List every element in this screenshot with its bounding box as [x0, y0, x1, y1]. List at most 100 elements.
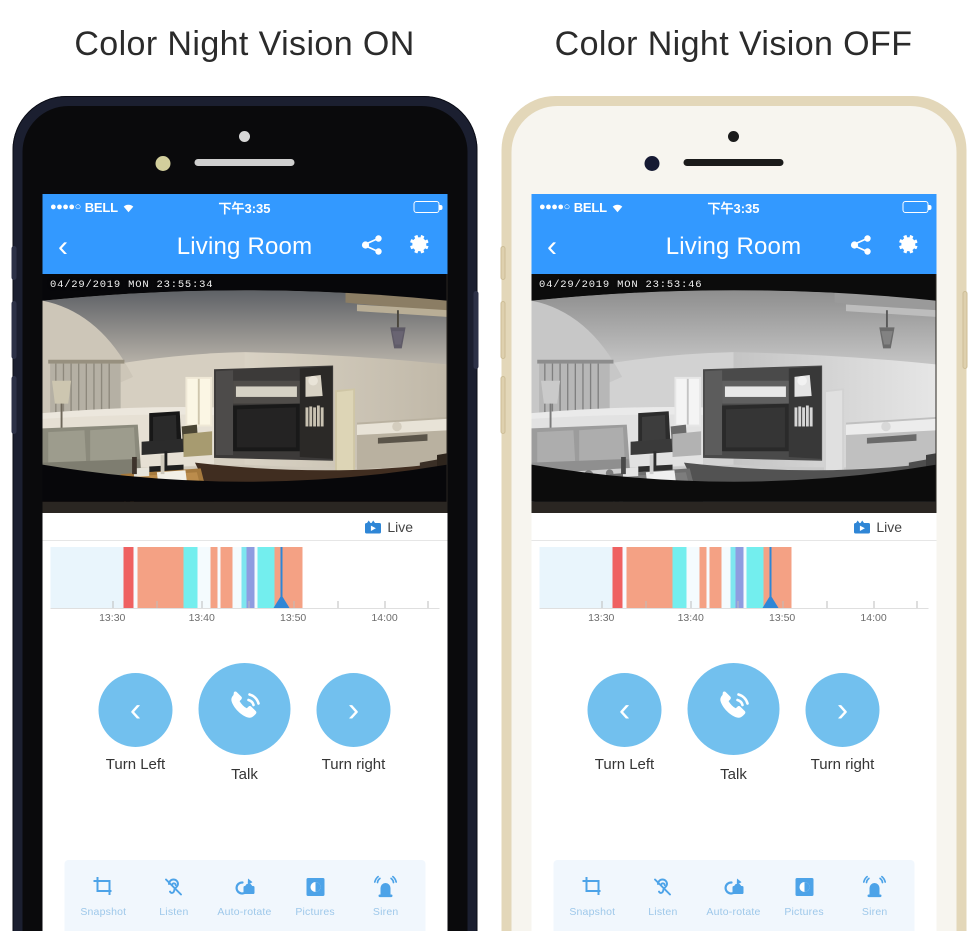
share-icon[interactable]: [849, 234, 873, 261]
front-camera-icon: [239, 131, 250, 142]
timeline-segment: [539, 547, 613, 608]
phone-right: ●●●●○ BELL 下午3:35 ‹ Living Room 04/29/20…: [500, 96, 967, 931]
phone-right-power-button[interactable]: [962, 291, 967, 369]
timeline-tick: [826, 601, 828, 608]
timeline-segment: [626, 547, 673, 608]
toolbar-label: Auto-rotate: [217, 906, 272, 918]
ptz-label: Turn right: [321, 756, 386, 773]
status-bar-right-group: [413, 201, 442, 213]
timeline-axis-left: 13:30 13:40 13:50 14:00: [50, 609, 439, 631]
pictures-button[interactable]: Pictures: [769, 874, 840, 918]
camera-feed-left[interactable]: 04/29/2019 MON 23:55:34: [42, 274, 447, 513]
bottom-toolbar-left: Snapshot Listen Auto-rotate Pictures Siren: [64, 860, 425, 931]
timeline-tick-label: 13:40: [188, 612, 215, 624]
screen-left: ●●●●○ BELL 下午3:35 ‹ Living Room 04/29/20…: [42, 194, 447, 931]
auto-rotate-button[interactable]: Auto-rotate: [209, 874, 280, 918]
timeline-tick-label: 13:40: [677, 612, 704, 624]
talk-button[interactable]: [198, 663, 291, 755]
timeline-tick-label: 14:00: [371, 612, 398, 624]
timeline-segment: [791, 547, 928, 608]
carrier-label: BELL: [573, 199, 607, 215]
timeline-segment: [709, 547, 722, 608]
auto-rotate-button[interactable]: Auto-rotate: [698, 874, 769, 918]
timeline-segment: [746, 547, 764, 608]
listen-button[interactable]: Listen: [139, 874, 210, 918]
live-video-icon: [364, 520, 381, 534]
live-indicator-row: Live: [531, 513, 936, 541]
phone-right-volume-up[interactable]: [500, 301, 505, 359]
ptz-label: Talk: [720, 766, 747, 783]
timeline-tick: [248, 601, 250, 608]
timeline-segment: [210, 547, 218, 608]
nav-bar-right: ‹ Living Room: [531, 220, 936, 274]
turn-right-button[interactable]: ›: [805, 673, 880, 747]
camera-feed-right[interactable]: 04/29/2019 MON 23:53:46: [531, 274, 936, 513]
gear-icon[interactable]: [406, 232, 431, 262]
phone-left-power-button[interactable]: [473, 291, 478, 369]
timeline-tick: [873, 601, 875, 608]
video-timestamp: 04/29/2019 MON 23:55:34: [50, 279, 214, 291]
phone-left-front: ●●●●○ BELL 下午3:35 ‹ Living Room 04/29/20…: [22, 106, 467, 931]
auto-rotate-icon: [720, 874, 746, 900]
back-button[interactable]: ‹: [547, 232, 577, 262]
battery-icon: [902, 201, 931, 213]
ptz-label: Turn Left: [594, 756, 655, 773]
ptz-item: ‹ Turn Left: [587, 673, 662, 773]
timeline-tick: [156, 601, 158, 608]
siren-button[interactable]: Siren: [839, 874, 910, 918]
pictures-button[interactable]: Pictures: [280, 874, 351, 918]
turn-right-button[interactable]: ›: [316, 673, 391, 747]
timeline-tick: [201, 601, 203, 608]
siren-button[interactable]: Siren: [350, 874, 421, 918]
turn-left-button[interactable]: ‹: [98, 673, 173, 747]
timeline-tick: [112, 601, 114, 608]
turn-left-button[interactable]: ‹: [587, 673, 662, 747]
timeline-track-left[interactable]: [50, 547, 439, 609]
proximity-sensor-icon: [644, 156, 660, 171]
chevron-right-icon: ›: [347, 690, 360, 729]
listen-button[interactable]: Listen: [628, 874, 699, 918]
timeline-tick: [645, 601, 647, 608]
ptz-item: Talk: [687, 663, 780, 783]
phone-left-volume-down[interactable]: [11, 376, 16, 434]
nav-bar-left: ‹ Living Room: [42, 220, 447, 274]
timeline-axis-right: 13:30 13:40 13:50 14:00: [539, 609, 928, 631]
share-icon[interactable]: [360, 234, 384, 261]
timeline-playhead-marker[interactable]: [762, 595, 779, 608]
timeline-track-right[interactable]: [539, 547, 928, 609]
timeline-segment: [137, 547, 184, 608]
timeline-tick: [293, 601, 295, 608]
timeline-tick-label: 14:00: [860, 612, 887, 624]
siren-icon: [373, 874, 399, 900]
phone-left-volume-up[interactable]: [11, 301, 16, 359]
status-bar-left-group: ●●●●○ BELL: [50, 200, 136, 215]
comparison-page: Color Night Vision ON Color Night Vision…: [0, 0, 978, 931]
timeline-playhead-marker[interactable]: [273, 595, 290, 608]
timeline-segment: [699, 547, 707, 608]
phone-left-mute-switch[interactable]: [11, 246, 16, 280]
earpiece-speaker: [683, 159, 784, 166]
timeline-tick-label: 13:30: [588, 612, 615, 624]
toolbar-label: Listen: [648, 906, 678, 918]
live-video-icon: [853, 520, 870, 534]
carrier-label: BELL: [84, 199, 118, 215]
timeline-tick: [337, 601, 339, 608]
status-bar-right: ●●●●○ BELL 下午3:35: [531, 194, 936, 220]
timeline-section: 13:30 13:40 13:50 14:00: [42, 541, 447, 633]
timeline-segment: [220, 547, 233, 608]
talk-button[interactable]: [687, 663, 780, 755]
back-button[interactable]: ‹: [58, 232, 88, 262]
phone-right-mute-switch[interactable]: [500, 246, 505, 280]
siren-icon: [862, 874, 888, 900]
snapshot-button[interactable]: Snapshot: [557, 874, 628, 918]
gear-icon[interactable]: [895, 232, 920, 262]
chevron-left-icon: ‹: [129, 690, 142, 729]
timeline-tick-label: 13:50: [768, 612, 796, 624]
live-label: Live: [387, 518, 413, 535]
panel-night-vision-off: ●●●●○ BELL 下午3:35 ‹ Living Room 04/29/20…: [489, 88, 978, 931]
phone-right-volume-down[interactable]: [500, 376, 505, 434]
timeline-segment: [735, 547, 744, 608]
ptz-item: Talk: [198, 663, 291, 783]
snapshot-button[interactable]: Snapshot: [68, 874, 139, 918]
timeline-segment: [183, 547, 198, 608]
